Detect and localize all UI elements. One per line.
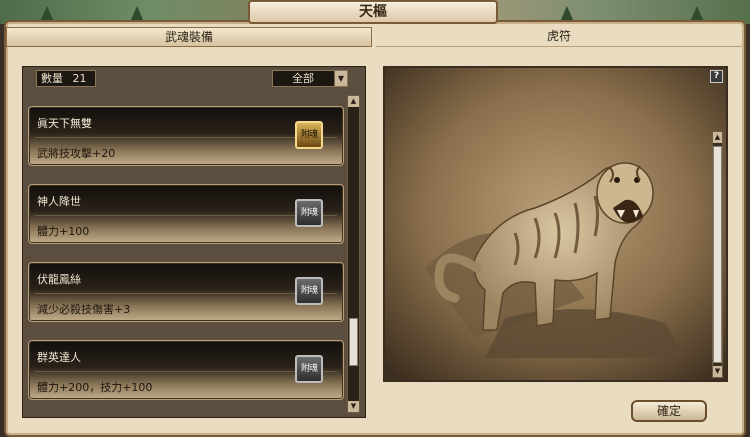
list-item[interactable]: 群英達人 體力+200，技力+100 附魂 [28, 340, 344, 400]
list-item[interactable]: 神人降世 體力+100 附魂 [28, 184, 344, 244]
item-count: 數量 21 [36, 70, 96, 87]
list-item[interactable]: 伏龍鳳絲 減少必殺技傷害+3 附魂 [28, 262, 344, 322]
tiger-image [385, 68, 726, 380]
item-effect: 減少必殺技傷害+3 [37, 303, 131, 316]
item-effect: 體力+100 [37, 225, 90, 238]
scroll-up-icon[interactable]: ▲ [348, 96, 359, 107]
divider [35, 137, 337, 138]
tab-soul-equipment[interactable]: 武魂裝備 [6, 27, 372, 47]
item-effect: 體力+200，技力+100 [37, 381, 153, 394]
scroll-down-icon[interactable]: ▼ [713, 366, 722, 377]
attach-soul-button[interactable]: 附魂 [295, 121, 323, 149]
item-name: 群英達人 [37, 351, 81, 364]
filter-dropdown[interactable]: 全部 ▼ [272, 70, 348, 87]
divider [35, 371, 337, 372]
window-title: 天樞 [248, 0, 498, 24]
tab-tiger-tally[interactable]: 虎符 [376, 27, 742, 47]
attach-soul-button[interactable]: 附魂 [295, 355, 323, 383]
item-count-label: 數量 [41, 72, 63, 85]
scroll-down-icon[interactable]: ▼ [348, 401, 359, 412]
soul-item-list: 眞天下無雙 武將技攻擊+20 附魂 神人降世 體力+100 附魂 伏龍鳳絲 減少… [28, 96, 344, 414]
item-name: 伏龍鳳絲 [37, 273, 81, 286]
attach-soul-button[interactable]: 附魂 [295, 277, 323, 305]
divider [35, 215, 337, 216]
chevron-down-icon[interactable]: ▼ [334, 71, 347, 86]
scroll-up-icon[interactable]: ▲ [713, 132, 722, 143]
list-item[interactable]: 眞天下無雙 武將技攻擊+20 附魂 [28, 106, 344, 166]
item-name: 神人降世 [37, 195, 81, 208]
attach-soul-button[interactable]: 附魂 [295, 199, 323, 227]
window-title-text: 天樞 [359, 4, 387, 20]
inventory-toolbar: 數量 21 全部 ▼ [28, 70, 348, 88]
item-effect: 武將技攻擊+20 [37, 147, 116, 160]
tab-label: 武魂裝備 [164, 30, 213, 44]
help-button[interactable]: ? [710, 70, 723, 83]
illustration-scrollbar[interactable]: ▲ ▼ [712, 131, 723, 378]
scrollbar-thumb[interactable] [349, 317, 358, 366]
tab-label: 虎符 [546, 29, 571, 43]
tiger-tally-illustration [383, 66, 728, 382]
list-scrollbar[interactable]: ▲ ▼ [347, 95, 360, 413]
confirm-button[interactable]: 確定 [631, 400, 707, 422]
item-count-value: 21 [72, 72, 87, 85]
item-name: 眞天下無雙 [37, 117, 92, 130]
filter-dropdown-value: 全部 [292, 72, 314, 85]
divider [35, 293, 337, 294]
scrollbar-thumb[interactable] [713, 146, 722, 363]
